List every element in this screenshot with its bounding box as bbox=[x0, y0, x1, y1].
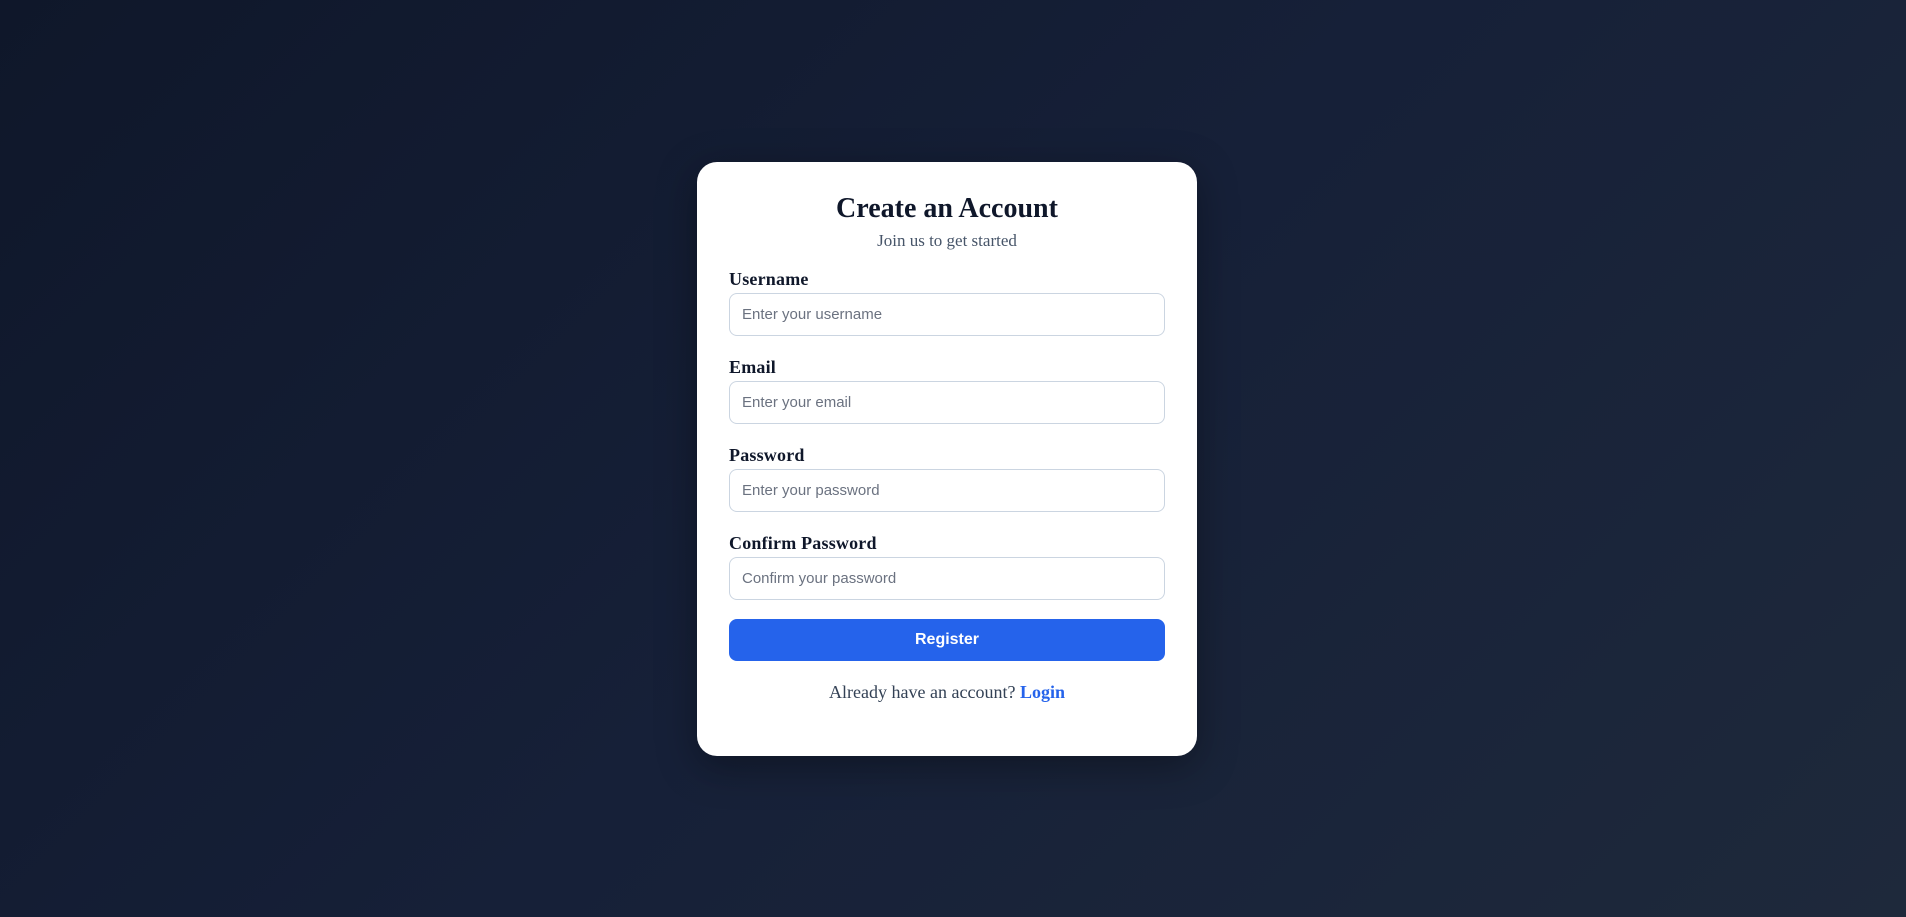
confirm-password-field-group: Confirm Password bbox=[729, 532, 1165, 600]
username-input[interactable] bbox=[729, 293, 1165, 336]
login-prompt: Already have an account? Login bbox=[729, 681, 1165, 703]
register-card: Create an Account Join us to get started… bbox=[697, 162, 1197, 756]
email-field-group: Email bbox=[729, 356, 1165, 424]
register-button[interactable]: Register bbox=[729, 619, 1165, 661]
confirm-password-label: Confirm Password bbox=[729, 533, 877, 553]
confirm-password-input[interactable] bbox=[729, 557, 1165, 600]
username-field-group: Username bbox=[729, 268, 1165, 336]
page-title: Create an Account bbox=[836, 193, 1058, 224]
page-subtitle: Join us to get started bbox=[877, 231, 1017, 250]
username-label: Username bbox=[729, 269, 809, 289]
email-input[interactable] bbox=[729, 381, 1165, 424]
password-input[interactable] bbox=[729, 469, 1165, 512]
login-link[interactable]: Login bbox=[1020, 682, 1065, 702]
password-field-group: Password bbox=[729, 444, 1165, 512]
password-label: Password bbox=[729, 445, 805, 465]
register-form: Username Email Password Confirm Password… bbox=[729, 268, 1165, 661]
email-label: Email bbox=[729, 357, 777, 377]
login-prompt-text: Already have an account? bbox=[829, 682, 1016, 702]
